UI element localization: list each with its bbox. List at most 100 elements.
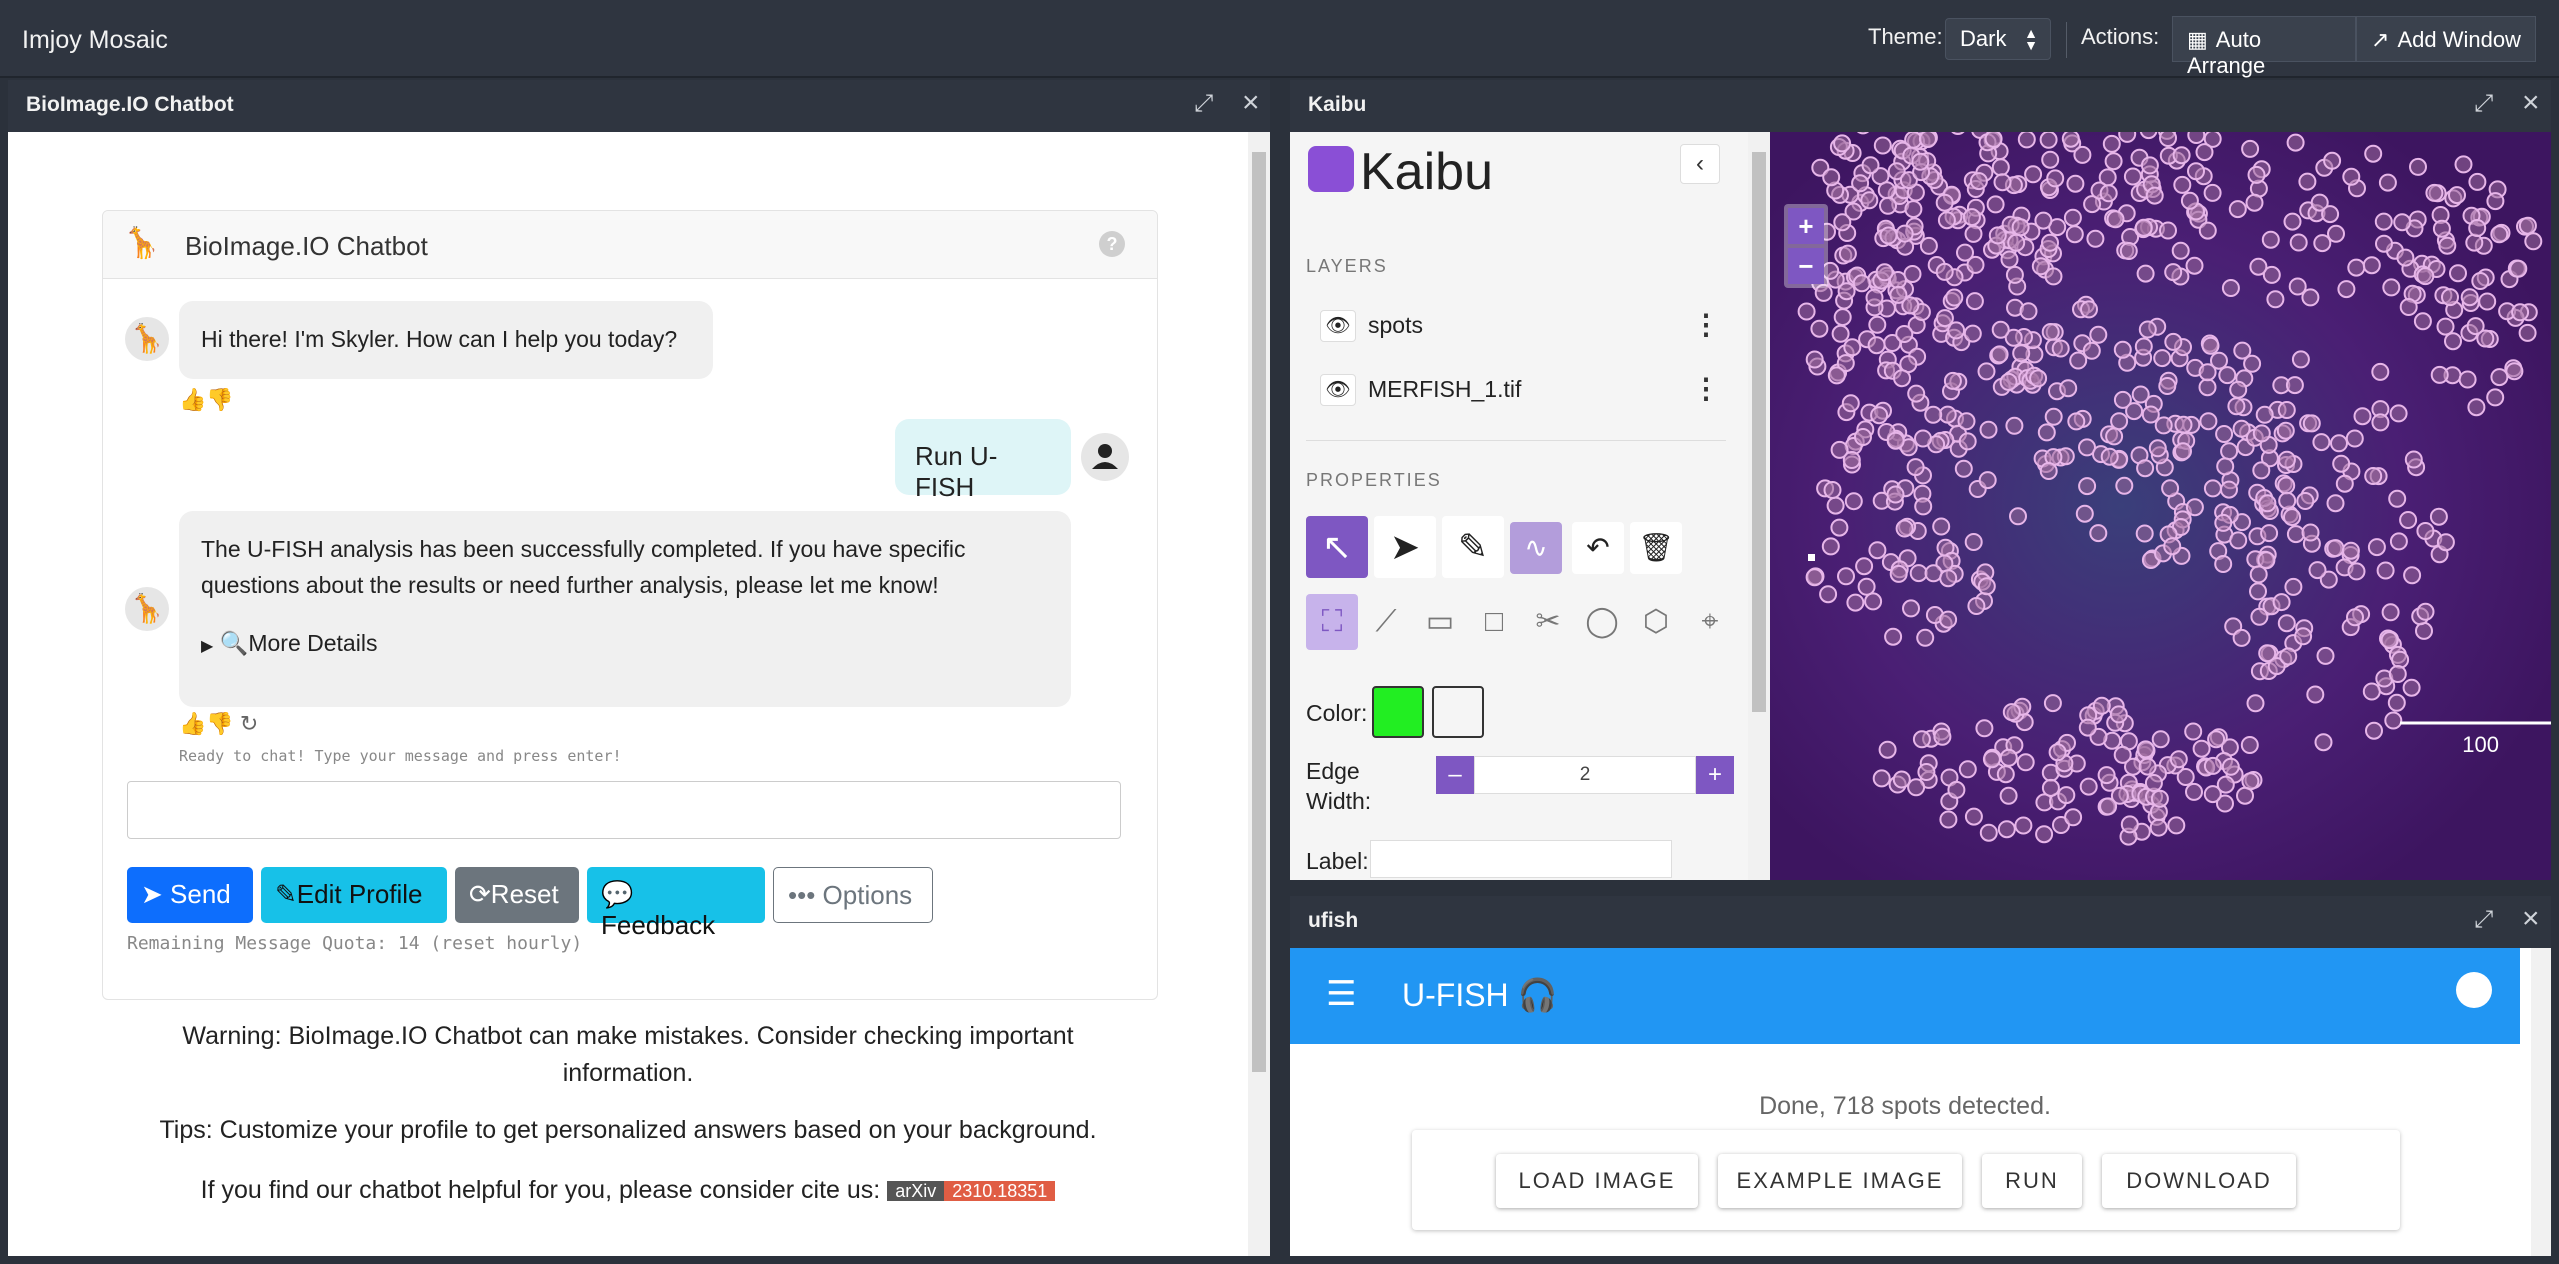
pencil-tool-icon[interactable]: ✎: [1442, 516, 1504, 578]
spot-marker: [1864, 592, 1883, 611]
spot-marker: [1964, 807, 1983, 826]
label-input[interactable]: [1370, 840, 1672, 878]
zoom-in-button[interactable]: +: [1788, 208, 1824, 244]
ufish-scrollbar[interactable]: [2531, 948, 2551, 1256]
fill-color-swatch[interactable]: [1372, 686, 1424, 738]
spot-marker: [1855, 557, 1874, 576]
spot-marker: [2389, 404, 2408, 423]
eye-icon[interactable]: 👁: [1320, 310, 1356, 342]
add-window-button[interactable]: ↗ Add Window: [2356, 16, 2536, 62]
badge-left: arXiv: [887, 1181, 945, 1202]
edge-width-input[interactable]: 2: [1474, 756, 1696, 794]
layer-item[interactable]: 👁 MERFISH_1.tif ⋮: [1320, 372, 1720, 412]
pointer-tool-icon[interactable]: ➤: [1374, 516, 1436, 578]
spot-marker: [2258, 494, 2277, 513]
scrollbar-thumb[interactable]: [1252, 152, 1266, 1072]
close-icon[interactable]: ×: [2522, 902, 2540, 936]
download-button[interactable]: DOWNLOAD: [2102, 1154, 2296, 1208]
spot-marker: [1907, 384, 1926, 403]
kaibu-window-header[interactable]: Kaibu ⤢ ×: [1290, 80, 2551, 128]
zoom-out-button[interactable]: −: [1788, 248, 1824, 284]
spot-marker: [2203, 479, 2222, 498]
ufish-window-header[interactable]: ufish ⤢ ×: [1290, 896, 2551, 944]
edit-profile-button[interactable]: ✎Edit Profile: [261, 867, 447, 923]
more-details-toggle[interactable]: ▶ 🔍More Details: [201, 625, 1049, 665]
spot-marker: [2296, 492, 2315, 510]
scrollbar-thumb[interactable]: [1752, 152, 1766, 712]
warning-line: Warning: BioImage.IO Chatbot can make mi…: [182, 1022, 1074, 1050]
spot-marker: [1860, 191, 1879, 210]
chat-input[interactable]: [127, 781, 1121, 839]
spot-marker: [2000, 250, 2019, 269]
scale-bar-label: 100: [2462, 732, 2499, 757]
feedback-button[interactable]: 💬 Feedback: [587, 867, 765, 940]
chatbot-window-header[interactable]: BioImage.IO Chatbot ⤢ ×: [8, 80, 1270, 128]
kaibu-window-body: Kaibu ‹ LAYERS 👁 spots ⋮ 👁 MERFISH_1.tif…: [1290, 132, 2551, 880]
trash-icon[interactable]: 🗑: [1630, 522, 1682, 574]
circle-tool-icon[interactable]: ◯: [1576, 594, 1628, 650]
spot-marker: [1935, 193, 1954, 212]
send-button[interactable]: ➤ Send: [127, 867, 253, 923]
spot-marker: [2466, 317, 2485, 336]
arxiv-badge[interactable]: arXiv 2310.18351: [887, 1177, 1056, 1205]
thumbs-up-icon[interactable]: 👍: [179, 387, 206, 412]
freehand-tool-icon[interactable]: ∿: [1510, 522, 1562, 574]
decrement-button[interactable]: –: [1436, 756, 1474, 794]
regenerate-icon[interactable]: ↻: [234, 711, 258, 736]
undo-icon[interactable]: ↶: [1572, 522, 1624, 574]
cut-tool-icon[interactable]: ✂: [1522, 594, 1574, 650]
polyline-tool-icon[interactable]: ⟋: [1360, 594, 1412, 650]
collapse-sidebar-button[interactable]: ‹: [1680, 144, 1720, 184]
spot-marker: [2396, 248, 2415, 267]
load-image-button[interactable]: LOAD IMAGE: [1496, 1154, 1698, 1208]
spot-marker: [2448, 186, 2466, 205]
thumbs-down-icon[interactable]: 👎: [206, 711, 233, 736]
close-icon[interactable]: ×: [1242, 86, 1260, 120]
spot-marker: [2518, 323, 2537, 342]
layer-item[interactable]: 👁 spots ⋮: [1320, 308, 1720, 348]
select-tool-icon[interactable]: ↖: [1306, 516, 1368, 578]
run-button[interactable]: RUN: [1982, 1154, 2082, 1208]
spot-marker: [1914, 429, 1932, 448]
auto-arrange-button[interactable]: ▦ Auto Arrange: [2172, 16, 2356, 78]
theme-select[interactable]: Dark ▲ ▼: [1945, 18, 2051, 60]
spot-marker: [2460, 288, 2479, 307]
sidebar-scrollbar[interactable]: [1748, 132, 1770, 880]
expand-icon[interactable]: ⤢: [2474, 906, 2493, 934]
spot-marker: [1810, 319, 1829, 338]
expand-icon[interactable]: ⤢: [1194, 90, 1213, 118]
refresh-icon: ⟳: [469, 879, 491, 909]
thumbs-up-icon[interactable]: 👍: [179, 711, 206, 736]
github-icon[interactable]: [2456, 972, 2492, 1008]
polygon-tool-icon[interactable]: ⬡: [1630, 594, 1682, 650]
increment-button[interactable]: +: [1696, 756, 1734, 794]
crosshair-tool-icon[interactable]: ⌖: [1684, 594, 1736, 650]
kebab-menu-icon[interactable]: ⋮: [1692, 308, 1720, 341]
expand-icon[interactable]: ⤢: [2474, 90, 2493, 118]
spot-marker: [1911, 152, 1930, 171]
hamburger-menu-icon[interactable]: ☰: [1326, 974, 1356, 1014]
kebab-menu-icon[interactable]: ⋮: [1692, 372, 1720, 405]
image-viewer[interactable]: + − 100: [1770, 132, 2551, 880]
spot-marker: [2330, 434, 2348, 453]
spot-marker: [2089, 524, 2108, 543]
options-button[interactable]: ••• Options: [773, 867, 933, 923]
modify-tool-icon[interactable]: ⛶: [1306, 594, 1358, 650]
thumbs-down-icon[interactable]: 👎: [206, 387, 233, 412]
layer-name: spots: [1368, 312, 1423, 338]
spot-marker: [2458, 370, 2477, 389]
spot-marker: [1964, 224, 1983, 243]
spot-marker: [1823, 481, 1842, 499]
reset-button[interactable]: ⟳Reset: [455, 867, 579, 923]
square-tool-icon[interactable]: □: [1468, 594, 1520, 650]
eye-icon[interactable]: 👁: [1320, 374, 1356, 406]
stroke-color-swatch[interactable]: [1432, 686, 1484, 738]
help-icon[interactable]: ?: [1099, 231, 1125, 257]
spot-marker: [1893, 369, 1911, 388]
spot-marker: [2138, 320, 2157, 339]
chatbot-scrollbar[interactable]: [1248, 132, 1270, 1256]
box-tool-icon[interactable]: ▭: [1414, 594, 1466, 650]
close-icon[interactable]: ×: [2522, 86, 2540, 120]
spot-marker: [2123, 167, 2142, 186]
example-image-button[interactable]: EXAMPLE IMAGE: [1718, 1154, 1962, 1208]
